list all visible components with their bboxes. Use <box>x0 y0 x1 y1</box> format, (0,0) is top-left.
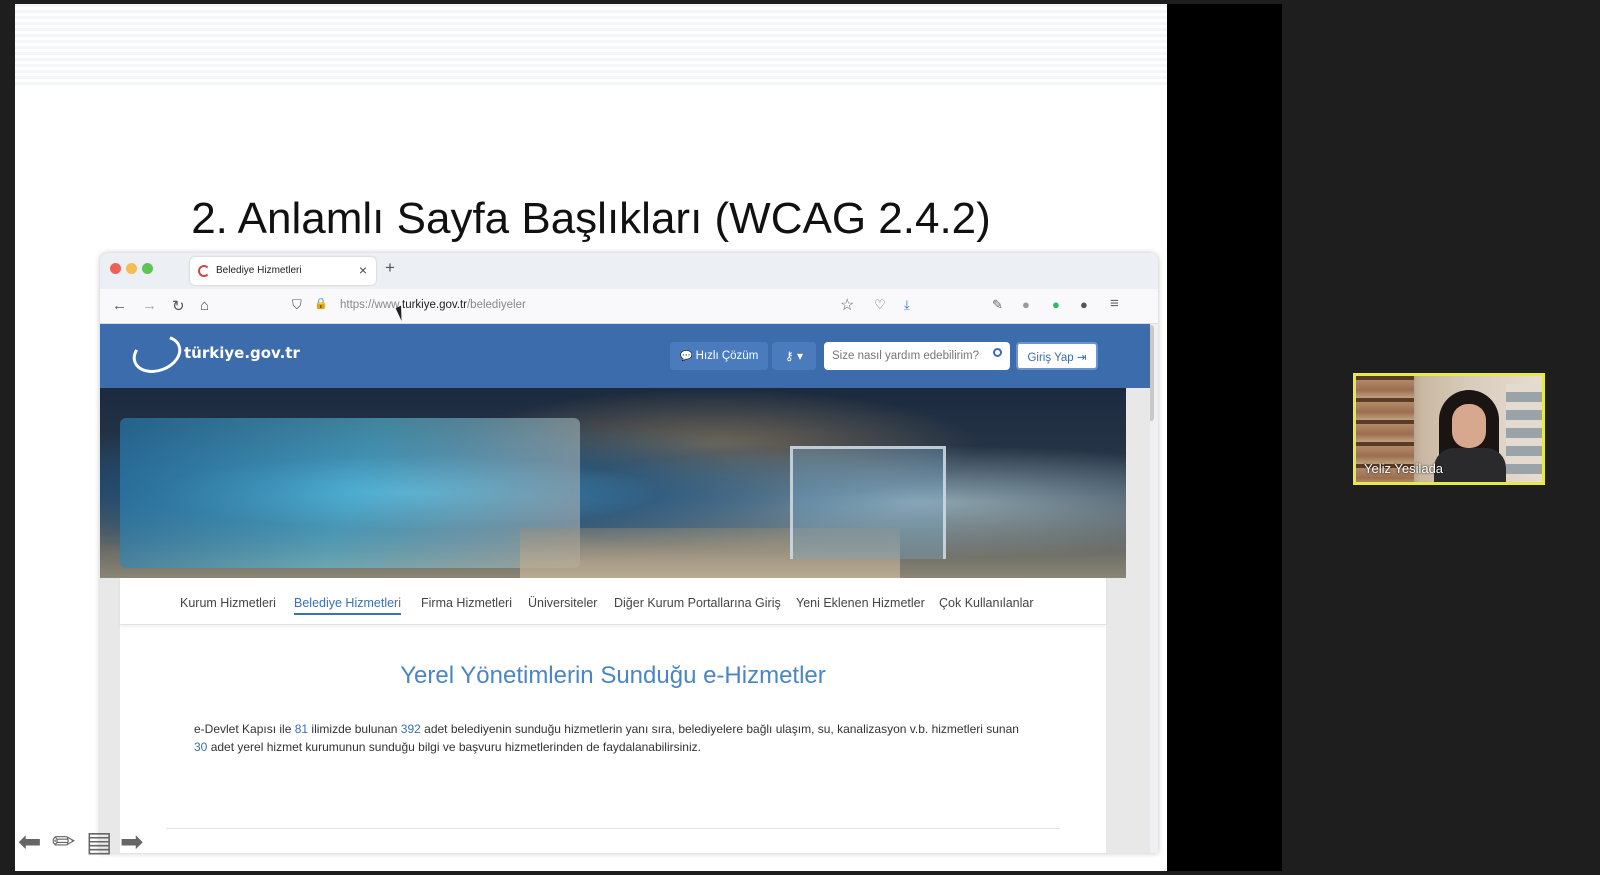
turkiye-favicon-icon <box>198 265 210 277</box>
quick-solution-label: Hızlı Çözüm <box>695 350 759 362</box>
tab-belediye-hizmetleri[interactable]: Belediye Hizmetleri <box>294 596 401 615</box>
turkiye-logo-icon[interactable] <box>127 328 187 380</box>
url-prefix: https://www. <box>340 299 402 311</box>
tab-yeni-eklenen-hizmetler[interactable]: Yeni Eklenen Hizmetler <box>796 596 925 610</box>
previous-slide-icon[interactable]: ⬅ <box>18 828 41 856</box>
tab-close-icon[interactable]: × <box>359 262 367 278</box>
institution-count[interactable]: 30 <box>194 740 207 754</box>
hero-tram-stop-shape <box>790 446 946 559</box>
section-title: Yerel Yönetimlerin Sunduğu e-Hizmetler <box>400 662 826 689</box>
participant-face <box>1452 404 1486 448</box>
desc-text-4: adet yerel hizmet kurumunun sunduğu bilg… <box>207 740 701 754</box>
new-tab-icon[interactable]: + <box>385 258 395 278</box>
site-header: türkiye.gov.tr 💬 Hızlı Çözüm ⚷ ▾ Giriş Y… <box>100 324 1150 388</box>
key-dropdown-button[interactable]: ⚷ ▾ <box>772 342 816 370</box>
extension-dark-icon[interactable]: ● <box>1080 297 1088 312</box>
slide-right-margin <box>1167 4 1282 871</box>
content-card: Kurum Hizmetleri Belediye Hizmetleri Fir… <box>120 578 1106 853</box>
grammarly-icon[interactable]: ● <box>1052 297 1060 312</box>
tab-cok-kullanilanlar[interactable]: Çok Kullanılanlar <box>939 596 1034 610</box>
url-text: https://www.turkiye.gov.tr/belediyeler <box>340 299 526 311</box>
url-path: /belediyeler <box>466 299 526 311</box>
desc-text-3: adet belediyenin sunduğu hizmetlerin yan… <box>420 722 1019 736</box>
browser-tab-title: Belediye Hizmetleri <box>216 265 302 276</box>
search-icon[interactable] <box>993 348 1002 357</box>
download-icon[interactable]: ⤓ <box>904 297 910 313</box>
bookmark-star-icon[interactable]: ☆ <box>840 295 854 315</box>
zoom-window-dot[interactable] <box>142 263 153 274</box>
site-logo-text[interactable]: türkiye.gov.tr <box>184 344 300 362</box>
pen-extension-icon[interactable]: ✎ <box>992 297 1003 313</box>
forward-icon[interactable]: → <box>142 297 157 314</box>
participant-name: Yeliz Yesilada <box>1364 461 1444 476</box>
back-icon[interactable]: ← <box>112 297 127 314</box>
browser-tab-bar: Belediye Hizmetleri × + <box>100 253 1158 289</box>
shield-icon[interactable]: ⛉ <box>292 297 302 313</box>
slide-header-band <box>15 4 1167 86</box>
menu-icon[interactable]: ≡ <box>1110 295 1119 312</box>
website-page: türkiye.gov.tr 💬 Hızlı Çözüm ⚷ ▾ Giriş Y… <box>100 324 1150 853</box>
chat-icon: 💬 <box>680 351 693 362</box>
key-icon: ⚷ ▾ <box>784 349 804 363</box>
next-slide-icon[interactable]: ➡ <box>120 828 143 856</box>
pocket-icon[interactable]: ♡ <box>874 297 886 313</box>
service-tabs: Kurum Hizmetleri Belediye Hizmetleri Fir… <box>120 578 1106 625</box>
tab-diger-kurum-portallari[interactable]: Diğer Kurum Portallarına Giriş <box>614 596 781 610</box>
section-description: e-Devlet Kapısı ile 81 ilimizde bulunan … <box>194 720 1034 756</box>
pen-tool-icon[interactable]: ✏ <box>52 828 75 856</box>
home-icon[interactable]: ⌂ <box>200 297 209 314</box>
quick-solution-button[interactable]: 💬 Hızlı Çözüm <box>670 342 769 370</box>
tab-kurum-hizmetleri[interactable]: Kurum Hizmetleri <box>180 596 276 610</box>
municipality-count[interactable]: 392 <box>401 722 421 736</box>
tab-firma-hizmetleri[interactable]: Firma Hizmetleri <box>421 596 512 610</box>
tab-universiteler[interactable]: Üniversiteler <box>528 596 597 610</box>
divider <box>166 828 1060 829</box>
minimize-window-dot[interactable] <box>126 263 137 274</box>
login-arrow-icon: ⇥ <box>1076 352 1087 364</box>
desc-text-2: ilimizde bulunan <box>308 722 401 736</box>
lock-icon[interactable]: 🔒 <box>314 297 328 310</box>
browser-window: Belediye Hizmetleri × + ← → ↻ ⌂ ⛉ 🔒 http… <box>100 253 1158 853</box>
hero-city-image <box>100 388 1126 578</box>
browser-tab-belediye[interactable]: Belediye Hizmetleri × <box>190 257 376 285</box>
url-host: turkiye.gov.tr <box>402 299 467 311</box>
search-input[interactable] <box>824 342 1010 370</box>
extension-gray-icon[interactable]: ● <box>1022 297 1030 312</box>
slide-title: 2. Anlamlı Sayfa Başlıkları (WCAG 2.4.2) <box>191 194 991 243</box>
login-label: Giriş Yap <box>1027 352 1074 364</box>
presentation-slide: 2. Anlamlı Sayfa Başlıkları (WCAG 2.4.2)… <box>15 4 1167 871</box>
province-count[interactable]: 81 <box>295 722 308 736</box>
browser-nav-bar: ← → ↻ ⌂ ⛉ 🔒 https://www.turkiye.gov.tr/b… <box>100 289 1158 324</box>
desc-text-1: e-Devlet Kapısı ile <box>194 722 295 736</box>
participant-video-tile[interactable]: Yeliz Yesilada <box>1353 373 1545 485</box>
participant-body <box>1434 448 1506 482</box>
login-button[interactable]: Giriş Yap ⇥ <box>1016 342 1098 370</box>
slide-menu-icon[interactable]: ▤ <box>86 828 112 856</box>
close-window-dot[interactable] <box>110 263 121 274</box>
wall-frames-background <box>1506 384 1542 474</box>
reload-icon[interactable]: ↻ <box>172 297 185 315</box>
url-bar[interactable]: ⛉ 🔒 https://www.turkiye.gov.tr/belediyel… <box>290 295 870 317</box>
hero-tram-shape <box>120 418 580 568</box>
